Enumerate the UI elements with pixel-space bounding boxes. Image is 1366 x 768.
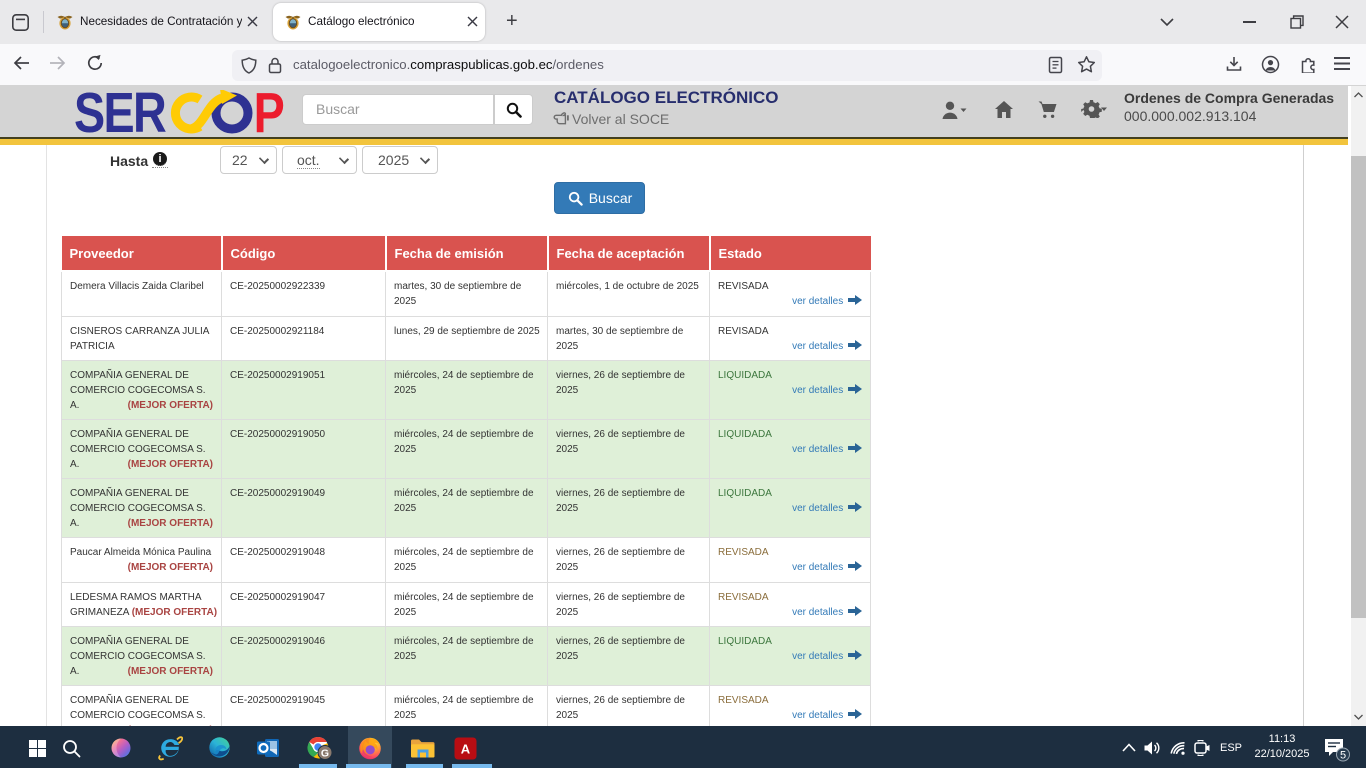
svg-text:5: 5: [1340, 750, 1346, 762]
svg-text:G: G: [321, 747, 329, 759]
svg-text:SER: SER: [74, 90, 166, 134]
svg-text:A: A: [461, 742, 471, 757]
svg-text:P: P: [254, 90, 285, 134]
